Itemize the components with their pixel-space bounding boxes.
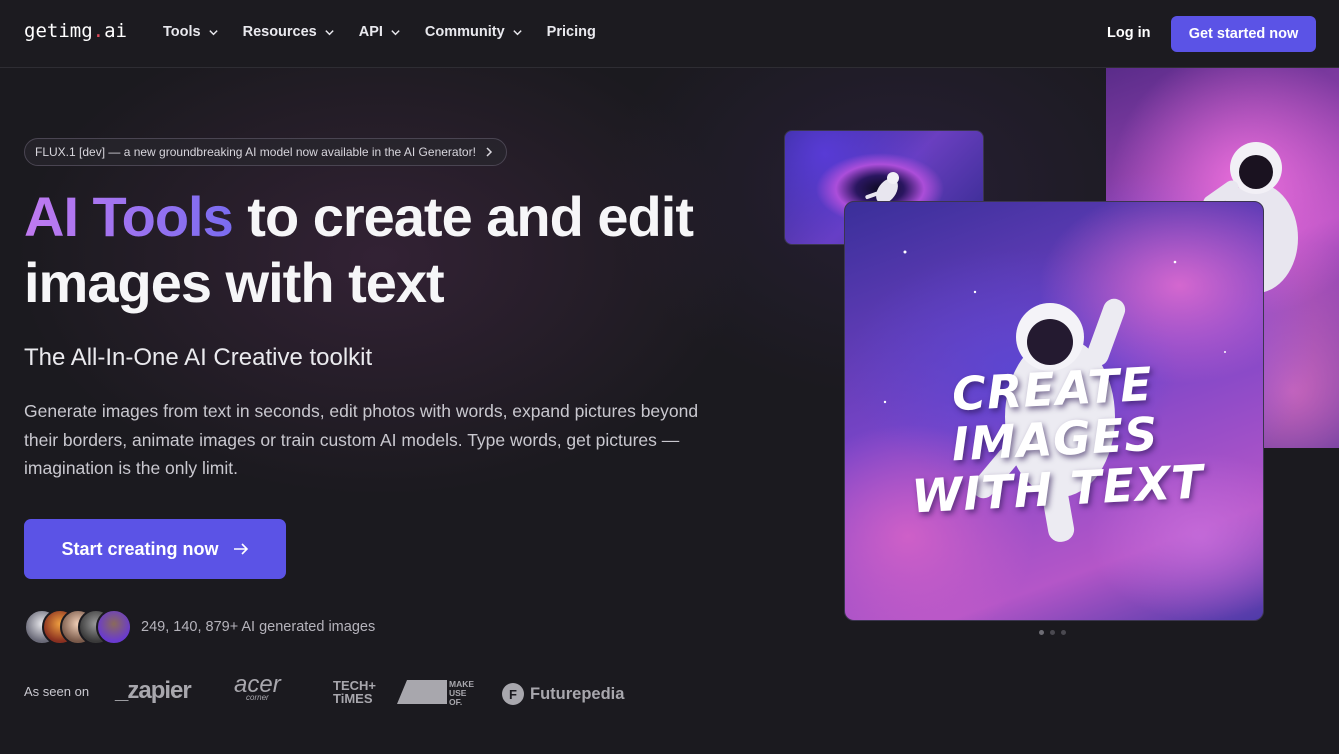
arrow-right-icon	[233, 543, 248, 555]
nav-links: Tools Resources API Community Pricing	[163, 24, 596, 40]
page-subtitle: The All-In-One AI Creative toolkit	[24, 344, 373, 371]
nav-item-community[interactable]: Community	[425, 24, 523, 40]
futurepedia-badge: F	[502, 683, 524, 705]
start-creating-button[interactable]: Start creating now	[24, 519, 286, 579]
futurepedia-logo: F Futurepedia	[502, 677, 624, 711]
top-navigation: getimg.ai Tools Resources API Community …	[0, 0, 1339, 68]
hero-description: Generate images from text in seconds, ed…	[24, 401, 699, 478]
site-logo[interactable]: getimg.ai	[24, 20, 127, 42]
login-link[interactable]: Log in	[1107, 25, 1151, 41]
carousel-dot[interactable]	[1039, 630, 1044, 635]
chevron-down-icon	[325, 29, 334, 35]
nav-item-pricing[interactable]: Pricing	[547, 24, 596, 40]
chevron-down-icon	[208, 29, 218, 35]
tech-times-logo: TECH+ TiMES	[333, 678, 376, 706]
avatar	[96, 609, 132, 645]
carousel-dot[interactable]	[1061, 630, 1066, 635]
press-label: As seen on	[24, 684, 90, 699]
showcase-image-main: CREATE IMAGES WITH TEXT	[844, 201, 1264, 621]
chevron-right-icon	[486, 147, 492, 157]
announcement-text: FLUX.1 [dev] — a new groundbreaking AI m…	[35, 145, 476, 159]
page-title: AI Tools to create and edit images with …	[24, 184, 744, 316]
zapier-logo: _zapier	[115, 677, 192, 704]
user-avatars	[24, 609, 134, 645]
start-creating-label: Start creating now	[61, 538, 219, 559]
acer-corner-logo: acer corner	[234, 671, 281, 702]
nav-item-tools[interactable]: Tools	[163, 24, 219, 40]
nav-item-resources[interactable]: Resources	[243, 24, 335, 40]
make-use-of-logo: MAKE USE OF.	[397, 679, 474, 706]
generated-images-count: 249, 140, 879+ AI generated images	[141, 619, 376, 635]
title-highlight: AI Tools	[24, 185, 234, 248]
nav-item-api[interactable]: API	[359, 24, 401, 40]
announcement-banner[interactable]: FLUX.1 [dev] — a new groundbreaking AI m…	[24, 138, 507, 166]
chevron-down-icon	[391, 29, 400, 35]
svg-text:OF.: OF.	[449, 697, 462, 706]
get-started-button[interactable]: Get started now	[1171, 16, 1316, 52]
carousel-indicator	[1039, 630, 1066, 635]
carousel-dot[interactable]	[1050, 630, 1055, 635]
chevron-down-icon	[512, 29, 522, 35]
showcase-caption: CREATE IMAGES WITH TEXT	[910, 356, 1206, 524]
